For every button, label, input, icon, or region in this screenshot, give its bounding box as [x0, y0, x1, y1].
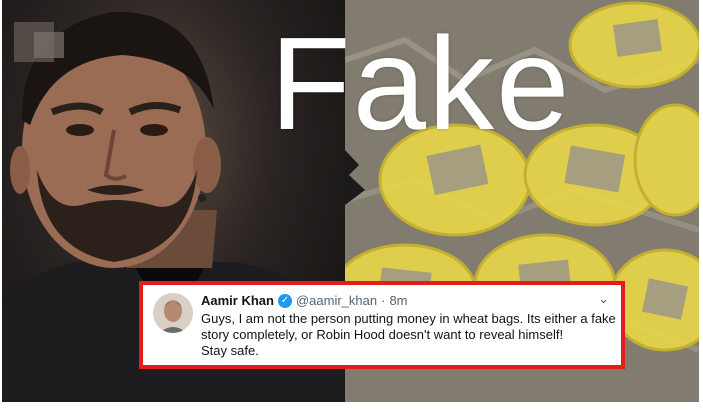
separator-dot: · — [381, 293, 386, 308]
tweet-line: story completely, or Robin Hood doesn't … — [201, 327, 564, 342]
verified-badge-icon: ✓ — [277, 293, 292, 308]
tweet-line: Guys, I am not the person putting money … — [201, 311, 616, 326]
tweet-handle[interactable]: @aamir_khan — [296, 293, 377, 308]
tweet-card[interactable]: Aamir Khan ✓ @aamir_khan · 8m ⌄ Guys, I … — [139, 281, 625, 369]
chevron-down-icon[interactable]: ⌄ — [598, 291, 609, 307]
avatar[interactable] — [153, 293, 193, 333]
fake-overlay-text: Fake — [270, 10, 572, 157]
tweet-line: Stay safe. — [201, 343, 259, 358]
tweet-timestamp[interactable]: 8m — [389, 293, 407, 308]
tweet-text: Guys, I am not the person putting money … — [201, 311, 621, 359]
tweet-header: Aamir Khan ✓ @aamir_khan · 8m — [201, 293, 408, 308]
news-image: Fake Aamir Khan ✓ @aamir_khan · 8m ⌄ Guy… — [2, 0, 699, 402]
tweet-author[interactable]: Aamir Khan — [201, 293, 274, 308]
